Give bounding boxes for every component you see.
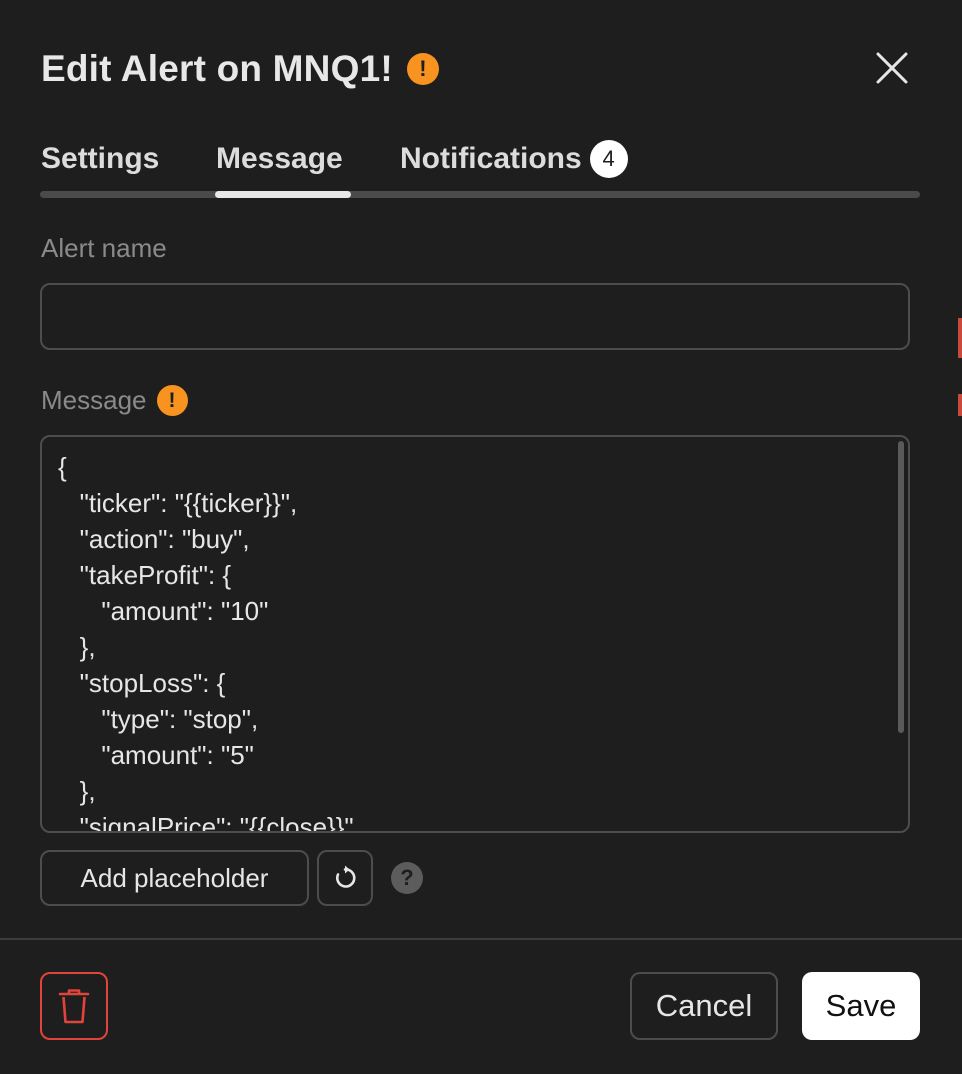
tab-track bbox=[40, 191, 920, 198]
message-textarea[interactable]: { "ticker": "{{ticker}}", "action": "buy… bbox=[40, 435, 910, 833]
delete-alert-button[interactable] bbox=[40, 972, 108, 1040]
tab-message[interactable]: Message bbox=[216, 140, 343, 178]
save-label: Save bbox=[825, 988, 897, 1023]
notifications-count-badge: 4 bbox=[589, 140, 628, 178]
add-placeholder-label: Add placeholder bbox=[80, 862, 269, 893]
alert-name-label: Alert name bbox=[41, 233, 167, 264]
edit-alert-dialog: Edit Alert on MNQ1! ! Settings Message N… bbox=[0, 0, 962, 1074]
tab-notifications[interactable]: Notifications 4 bbox=[400, 140, 628, 178]
cancel-label: Cancel bbox=[655, 988, 753, 1023]
dialog-header: Edit Alert on MNQ1! ! bbox=[41, 48, 439, 90]
close-icon bbox=[876, 52, 908, 84]
message-label-text: Message bbox=[41, 385, 147, 415]
alert-name-label-text: Alert name bbox=[41, 233, 167, 263]
dialog-title: Edit Alert on MNQ1! bbox=[41, 48, 393, 89]
save-button[interactable]: Save bbox=[802, 972, 920, 1040]
cancel-button[interactable]: Cancel bbox=[630, 972, 778, 1040]
trash-icon bbox=[58, 989, 90, 1024]
message-label: Message ! bbox=[41, 385, 188, 416]
tab-bar: Settings Message Notifications 4 bbox=[40, 140, 920, 198]
warning-icon[interactable]: ! bbox=[156, 385, 188, 416]
close-button[interactable] bbox=[870, 46, 914, 90]
help-icon[interactable]: ? bbox=[391, 862, 423, 894]
active-tab-indicator bbox=[215, 191, 351, 198]
message-content: { "ticker": "{{ticker}}", "action": "buy… bbox=[58, 452, 354, 833]
tab-label: Settings bbox=[41, 142, 160, 175]
tab-settings[interactable]: Settings bbox=[41, 140, 159, 178]
reset-icon bbox=[336, 865, 356, 888]
edge-marker bbox=[958, 318, 962, 358]
message-scrollbar[interactable] bbox=[898, 441, 904, 733]
reset-message-button[interactable] bbox=[317, 850, 373, 906]
tab-label: Notifications bbox=[400, 142, 582, 175]
alert-name-input[interactable] bbox=[40, 283, 910, 350]
add-placeholder-button[interactable]: Add placeholder bbox=[40, 850, 309, 906]
warning-icon[interactable]: ! bbox=[406, 53, 439, 85]
tab-label: Message bbox=[216, 142, 343, 175]
footer-divider bbox=[0, 938, 962, 940]
edge-marker bbox=[958, 394, 962, 416]
